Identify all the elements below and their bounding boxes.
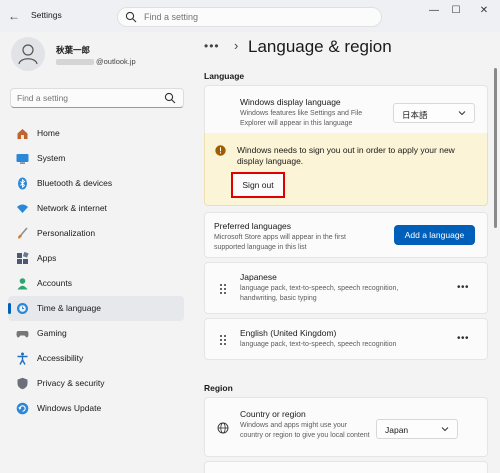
sidebar-item-network[interactable]: Network & internet bbox=[8, 196, 184, 221]
apps-icon bbox=[17, 252, 29, 264]
person-icon bbox=[17, 278, 28, 290]
country-region-value: Japan bbox=[385, 425, 409, 435]
sidebar-item-personalization[interactable]: Personalization bbox=[8, 221, 184, 246]
section-heading-language: Language bbox=[204, 71, 245, 81]
display-language-description: Windows features like Settings and File … bbox=[240, 110, 363, 127]
language-more-button[interactable]: ••• bbox=[457, 333, 469, 344]
bluetooth-icon bbox=[18, 177, 27, 190]
language-details: language pack, text-to-speech, speech re… bbox=[240, 285, 399, 302]
preferred-languages-description: Microsoft Store apps will appear in the … bbox=[214, 234, 346, 251]
sidebar-search-box[interactable] bbox=[10, 88, 184, 108]
language-name: Japanese bbox=[240, 272, 277, 282]
display-language-value: 日本語 bbox=[402, 110, 428, 120]
sidebar-item-bluetooth[interactable]: Bluetooth & devices bbox=[8, 171, 184, 196]
chevron-down-icon bbox=[458, 111, 466, 116]
top-search-input[interactable] bbox=[144, 10, 374, 24]
app-title: Settings bbox=[31, 10, 62, 20]
preferred-languages-title: Preferred languages bbox=[214, 221, 292, 231]
breadcrumb-more-button[interactable]: ••• bbox=[204, 39, 220, 53]
update-icon bbox=[16, 402, 29, 415]
page-title: Language & region bbox=[248, 37, 392, 56]
breadcrumb-separator: › bbox=[234, 38, 239, 53]
globe-clock-icon bbox=[17, 303, 28, 314]
sidebar-item-apps[interactable]: Apps bbox=[8, 246, 184, 271]
display-language-title: Windows display language bbox=[240, 97, 341, 107]
search-icon bbox=[125, 11, 137, 23]
chevron-down-icon bbox=[441, 427, 449, 432]
sidebar-item-gaming[interactable]: Gaming bbox=[8, 321, 184, 346]
minimize-button[interactable]: — bbox=[423, 4, 445, 18]
wifi-icon bbox=[17, 204, 28, 213]
sidebar-item-accessibility[interactable]: Accessibility bbox=[8, 346, 184, 371]
title-bar: ← Settings — ☐ ✕ bbox=[0, 0, 500, 32]
drag-handle-icon[interactable] bbox=[219, 334, 227, 346]
sidebar-item-windows-update[interactable]: Windows Update bbox=[8, 396, 184, 421]
redacted-email-user bbox=[56, 59, 94, 66]
monitor-icon bbox=[16, 154, 29, 164]
add-language-button[interactable]: Add a language bbox=[394, 225, 475, 245]
back-arrow-icon[interactable]: ← bbox=[6, 8, 22, 24]
drag-handle-icon[interactable] bbox=[219, 283, 227, 295]
next-setting-card bbox=[204, 461, 488, 473]
person-icon bbox=[18, 44, 38, 65]
gamepad-icon bbox=[16, 331, 29, 338]
language-name: English (United Kingdom) bbox=[240, 328, 337, 338]
search-icon bbox=[164, 92, 176, 104]
shield-icon bbox=[17, 377, 28, 390]
section-heading-region: Region bbox=[204, 383, 233, 393]
country-region-description: Windows and apps might use your country … bbox=[240, 422, 370, 439]
home-icon bbox=[17, 129, 28, 139]
globe-icon bbox=[217, 422, 229, 434]
sign-out-warning: Windows needs to sign you out in order t… bbox=[204, 133, 488, 206]
profile-email: @outlook.jp bbox=[56, 57, 136, 66]
preferred-languages-card: Preferred languages Microsoft Store apps… bbox=[204, 212, 488, 258]
sidebar-item-system[interactable]: System bbox=[8, 146, 184, 171]
country-region-title: Country or region bbox=[240, 409, 306, 419]
language-item-japanese[interactable]: Japanese language pack, text-to-speech, … bbox=[204, 262, 488, 314]
display-language-card: A Windows display language Windows featu… bbox=[204, 85, 488, 134]
warning-message: Windows needs to sign you out in order t… bbox=[237, 145, 455, 166]
sidebar-search-input[interactable] bbox=[17, 91, 165, 105]
language-details: language pack, text-to-speech, speech re… bbox=[240, 341, 397, 348]
svg-text:A: A bbox=[215, 104, 222, 114]
sidebar-item-home[interactable]: Home bbox=[8, 121, 184, 146]
sidebar-item-accounts[interactable]: Accounts bbox=[8, 271, 184, 296]
sidebar-item-privacy[interactable]: Privacy & security bbox=[8, 371, 184, 396]
scrollbar[interactable] bbox=[494, 68, 497, 228]
brush-icon bbox=[18, 227, 28, 239]
country-region-dropdown[interactable]: Japan bbox=[376, 419, 458, 439]
language-more-button[interactable]: ••• bbox=[457, 282, 469, 293]
sidebar-nav: Home System Bluetooth & devices Network … bbox=[8, 121, 184, 421]
display-language-dropdown[interactable]: 日本語 bbox=[393, 103, 475, 123]
profile-name: 秋葉一郎 bbox=[56, 45, 91, 55]
warning-icon bbox=[215, 145, 226, 156]
close-button[interactable]: ✕ bbox=[473, 4, 495, 18]
avatar[interactable] bbox=[11, 37, 45, 71]
country-region-card: Country or region Windows and apps might… bbox=[204, 397, 488, 457]
sidebar-item-time-language[interactable]: Time & language bbox=[8, 296, 184, 321]
maximize-button[interactable]: ☐ bbox=[445, 4, 467, 18]
language-icon: A bbox=[215, 104, 222, 114]
language-item-english-uk[interactable]: English (United Kingdom) language pack, … bbox=[204, 318, 488, 360]
sign-out-button[interactable]: Sign out bbox=[231, 172, 285, 198]
accessibility-icon bbox=[17, 352, 28, 365]
top-search-box[interactable] bbox=[117, 7, 382, 27]
